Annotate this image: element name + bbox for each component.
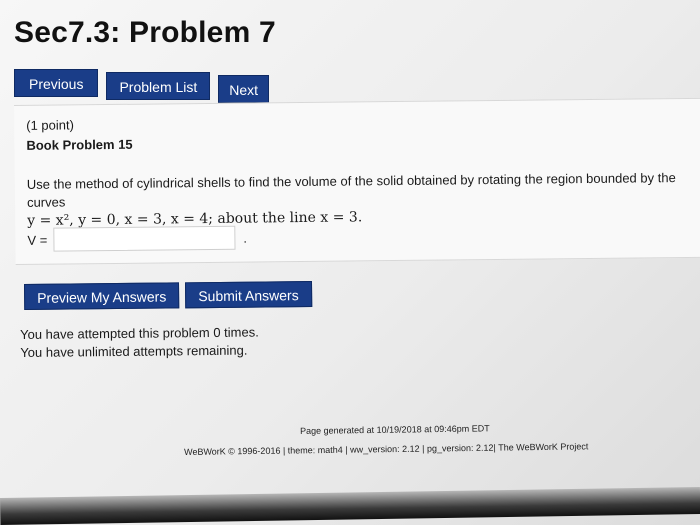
page-generated-note: Page generated at 10/19/2018 at 09:46pm …: [300, 423, 490, 436]
screen-bezel: [0, 487, 700, 525]
submit-answers-button[interactable]: Submit Answers: [185, 280, 312, 309]
attempts-remaining: You have unlimited attempts remaining.: [20, 342, 248, 360]
answer-row: V = .: [27, 225, 247, 252]
answer-input[interactable]: [53, 225, 236, 252]
preview-answers-button[interactable]: Preview My Answers: [24, 282, 180, 310]
book-problem-label: Book Problem 15: [26, 136, 133, 153]
problem-navigation: Previous Problem List Next: [14, 69, 270, 103]
webwork-page: Sec7.3: Problem 7 Previous Problem List …: [0, 0, 700, 525]
problem-statement: Use the method of cylindrical shells to …: [27, 169, 698, 230]
problem-list-button[interactable]: Problem List: [106, 72, 211, 100]
answer-label: V =: [27, 232, 48, 248]
problem-panel: (1 point) Book Problem 15 Use the method…: [14, 97, 700, 265]
page-title: Sec7.3: Problem 7: [14, 16, 276, 49]
previous-button[interactable]: Previous: [14, 69, 99, 97]
problem-points: (1 point): [26, 117, 74, 133]
answer-actions: Preview My Answers Submit Answers: [24, 280, 312, 310]
next-button[interactable]: Next: [218, 75, 270, 103]
attempts-info: You have attempted this problem 0 times.…: [20, 324, 259, 362]
answer-suffix: .: [243, 230, 247, 246]
footer-credits: WeBWorK © 1996-2016 | theme: math4 | ww_…: [184, 441, 589, 457]
